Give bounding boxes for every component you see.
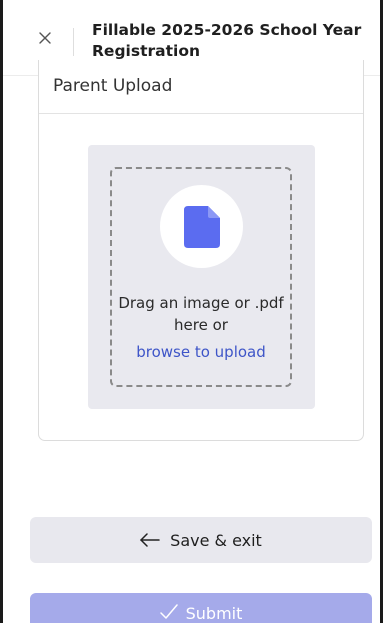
file-icon-circle	[160, 185, 243, 268]
save-and-exit-button[interactable]: Save & exit	[30, 517, 372, 563]
drag-drop-instructions: Drag an image or .pdf here or	[118, 294, 284, 334]
file-icon	[183, 205, 220, 248]
form-title: Fillable 2025-2026 School Year Registrat…	[92, 21, 362, 60]
submit-button[interactable]: Submit	[30, 593, 372, 623]
submit-label: Submit	[185, 604, 243, 623]
save-and-exit-label: Save & exit	[170, 530, 262, 550]
section-label: Parent Upload	[53, 76, 173, 96]
section-divider	[39, 113, 363, 114]
browse-to-upload-link[interactable]: browse to upload	[111, 343, 291, 361]
header-divider	[73, 28, 74, 56]
arrow-left-icon	[140, 533, 160, 547]
registration-form-page: Fillable 2025-2026 School Year Registrat…	[0, 0, 383, 623]
close-icon	[39, 32, 51, 44]
checkmark-icon	[159, 604, 178, 619]
close-button[interactable]	[34, 27, 56, 49]
